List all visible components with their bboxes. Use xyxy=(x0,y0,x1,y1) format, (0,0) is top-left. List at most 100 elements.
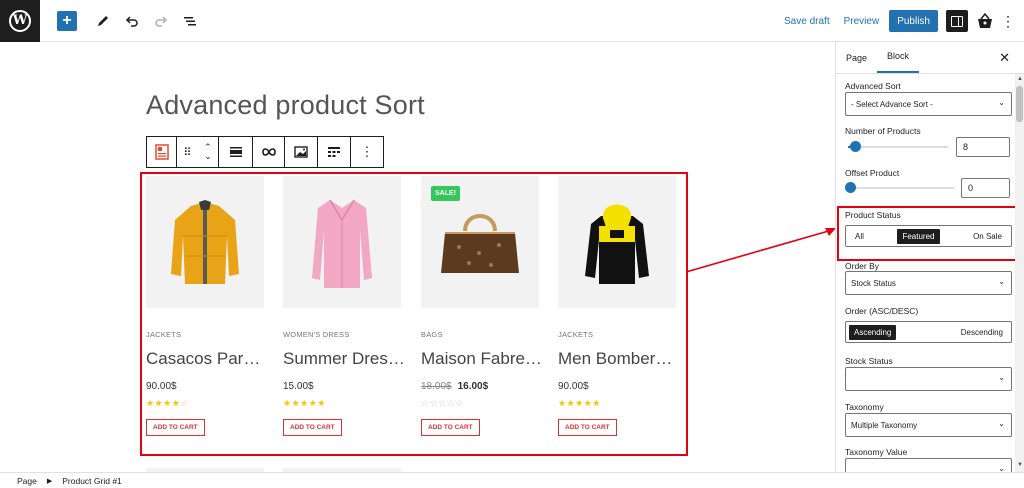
scroll-down-icon[interactable]: ▼ xyxy=(1017,462,1023,468)
range-track[interactable] xyxy=(848,187,954,189)
product-price: 90.00$ xyxy=(558,381,676,392)
advanced-sort-label: Advanced Sort xyxy=(845,81,901,91)
preview-button[interactable]: Preview xyxy=(844,16,880,27)
undo-button[interactable] xyxy=(120,9,144,33)
product-status-toggle: All Featured On Sale xyxy=(845,225,1012,247)
product-name[interactable]: Summer Dres… xyxy=(283,349,405,369)
close-icon[interactable]: ✕ xyxy=(999,50,1010,66)
product-card[interactable]: JACKETS Casacos Parka… 90.00$ ★★★★☆ ADD … xyxy=(146,176,268,436)
chevron-down-icon: ⌄ xyxy=(998,464,1005,472)
add-to-cart-button[interactable]: ADD TO CART xyxy=(146,419,205,436)
product-category: JACKETS xyxy=(146,330,182,339)
product-name[interactable]: Men Bomber… xyxy=(558,349,680,369)
brown-handbag-icon xyxy=(441,214,519,273)
link-button[interactable] xyxy=(253,137,285,167)
yellow-jacket-icon xyxy=(171,200,239,284)
stock-status-select[interactable]: ⌄ xyxy=(845,367,1012,391)
product-image[interactable]: SALE! xyxy=(421,176,539,308)
block-options-button[interactable]: ⋮ xyxy=(351,137,383,167)
edit-tools-button[interactable] xyxy=(91,9,115,33)
tab-page[interactable]: Page xyxy=(836,42,877,73)
product-category: BAGS xyxy=(421,330,443,339)
block-mover[interactable]: ⠿ ⌃ ⌄ xyxy=(177,137,219,167)
breadcrumb-page[interactable]: Page xyxy=(17,476,37,486)
more-vertical-icon: ⋮ xyxy=(360,144,374,159)
add-to-cart-button[interactable]: ADD TO CART xyxy=(558,419,617,436)
settings-sidebar-toggle[interactable] xyxy=(946,10,968,32)
header-settings: Save draft Preview Publish ⋮ xyxy=(784,0,1024,42)
range-thumb[interactable] xyxy=(850,141,861,152)
table-icon xyxy=(328,147,340,157)
table-layout-button[interactable] xyxy=(318,137,351,167)
star-rating: ★★★★★ xyxy=(283,398,326,408)
save-draft-button[interactable]: Save draft xyxy=(784,16,830,27)
old-price: 18.00$ xyxy=(421,381,452,392)
align-icon xyxy=(229,147,242,157)
sidebar-icon xyxy=(951,15,963,27)
tab-block[interactable]: Block xyxy=(877,42,920,73)
image-settings-button[interactable] xyxy=(285,137,318,167)
product-name[interactable]: Casacos Parka… xyxy=(146,349,268,369)
product-image[interactable] xyxy=(146,176,264,308)
block-toolbar: ⠿ ⌃ ⌄ ⋮ xyxy=(146,136,384,168)
order-by-select[interactable]: Stock Status ⌄ xyxy=(845,271,1012,295)
add-to-cart-button[interactable]: ADD TO CART xyxy=(283,419,342,436)
list-view-icon xyxy=(184,16,196,25)
status-option-all[interactable]: All xyxy=(850,229,869,244)
move-up-down-icon[interactable]: ⌃ ⌄ xyxy=(204,143,212,161)
add-block-button[interactable]: + xyxy=(57,10,77,31)
pencil-icon xyxy=(98,15,108,26)
breadcrumb-product-grid[interactable]: Product Grid #1 xyxy=(62,476,122,486)
order-option-descending[interactable]: Descending xyxy=(956,325,1008,340)
taxonomy-value-select[interactable]: ⌄ xyxy=(845,458,1012,472)
taxonomy-value-label: Taxonomy Value xyxy=(845,447,908,457)
page-title[interactable]: Advanced product Sort xyxy=(146,90,425,121)
offset-product-range[interactable]: 0 xyxy=(845,178,1012,198)
product-card[interactable]: WOMEN'S DRESS Summer Dres… 15.00$ ★★★★★ … xyxy=(283,176,405,436)
current-price: 90.00$ xyxy=(558,381,589,392)
product-status-label: Product Status xyxy=(845,210,901,220)
sidebar-tabs: Page Block ✕ xyxy=(836,42,1024,74)
chevron-down-icon: ⌄ xyxy=(998,419,1005,428)
product-card[interactable]: SALE! BAGS Maison Fabre… 18.00$ 16.00$ ☆☆… xyxy=(421,176,542,436)
document-overview-button[interactable] xyxy=(178,9,202,33)
range-thumb[interactable] xyxy=(845,182,856,193)
offset-product-input[interactable]: 0 xyxy=(961,178,1010,198)
offset-product-label: Offset Product xyxy=(845,168,900,178)
advanced-sort-select[interactable]: - Select Advance Sort - ⌄ xyxy=(845,92,1012,116)
product-card[interactable]: JACKETS Men Bomber… 90.00$ ★★★★★ ADD TO … xyxy=(558,176,676,436)
order-by-value: Stock Status xyxy=(851,278,896,288)
current-price: 90.00$ xyxy=(146,381,177,392)
number-of-products-range[interactable]: 8 xyxy=(845,137,1012,157)
chevron-down-icon: ⌄ xyxy=(998,277,1005,286)
options-menu-button[interactable]: ⋮ xyxy=(998,13,1018,30)
status-option-featured[interactable]: Featured xyxy=(897,228,940,244)
align-button[interactable] xyxy=(219,137,253,167)
settings-sidebar: Page Block ✕ Advanced Sort - Select Adva… xyxy=(835,42,1024,472)
status-option-on-sale[interactable]: On Sale xyxy=(968,229,1007,244)
block-type-button[interactable] xyxy=(147,137,177,167)
black-yellow-hoodie-icon xyxy=(585,204,649,284)
product-price: 15.00$ xyxy=(283,381,401,392)
product-name[interactable]: Maison Fabre… xyxy=(421,349,543,369)
publish-button[interactable]: Publish xyxy=(889,10,938,32)
product-image[interactable] xyxy=(283,176,401,308)
sidebar-scrollbar[interactable] xyxy=(1015,74,1024,472)
annotation-arrow xyxy=(685,228,836,273)
range-track[interactable] xyxy=(848,146,948,148)
scrollbar-thumb[interactable] xyxy=(1016,86,1023,122)
order-option-ascending[interactable]: Ascending xyxy=(849,324,897,340)
add-to-cart-button[interactable]: ADD TO CART xyxy=(421,419,480,436)
pink-shirt-icon xyxy=(312,199,372,288)
product-image[interactable] xyxy=(558,176,676,308)
taxonomy-select[interactable]: Multiple Taxonomy ⌄ xyxy=(845,413,1012,437)
scroll-up-icon[interactable]: ▲ xyxy=(1017,76,1023,82)
drag-handle-icon[interactable]: ⠿ xyxy=(183,146,191,159)
woocommerce-button[interactable] xyxy=(974,10,996,32)
number-of-products-input[interactable]: 8 xyxy=(956,137,1010,157)
wordpress-logo-button[interactable]: W xyxy=(0,0,40,42)
product-category: WOMEN'S DRESS xyxy=(283,330,350,339)
redo-button[interactable] xyxy=(149,9,173,33)
advanced-sort-value: - Select Advance Sort - xyxy=(851,99,933,109)
stock-status-label: Stock Status xyxy=(845,356,893,366)
